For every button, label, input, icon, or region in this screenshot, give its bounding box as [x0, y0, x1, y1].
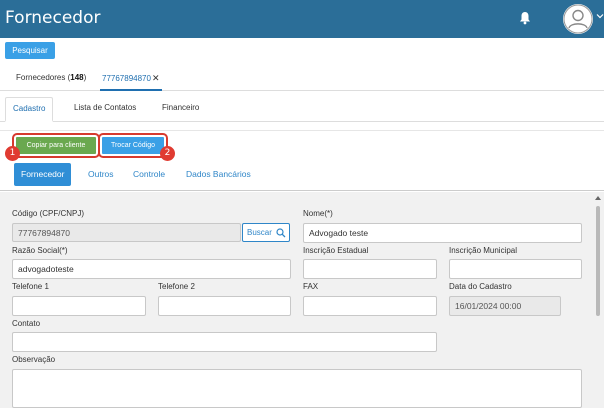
search-button[interactable]: Pesquisar — [5, 42, 55, 59]
section-tabs: Cadastro Lista de Contatos Financeiro — [0, 97, 604, 122]
tab-outros[interactable]: Outros — [88, 163, 114, 186]
top-bar: Fornecedor — [0, 0, 604, 38]
tab-current-record[interactable]: 77767894870✕ — [100, 67, 162, 91]
bell-icon[interactable] — [519, 11, 531, 25]
step-badge-1: 1 — [5, 146, 20, 161]
inscricao-municipal-label: Inscrição Municipal — [449, 246, 518, 255]
copy-to-client-button[interactable]: Copiar para cliente — [12, 133, 100, 158]
buscar-label: Buscar — [247, 228, 272, 237]
tab-controle[interactable]: Controle — [133, 163, 165, 186]
change-code-button[interactable]: Trocar Código — [98, 133, 168, 158]
telefone1-label: Telefone 1 — [12, 282, 49, 291]
contato-field[interactable] — [12, 332, 437, 352]
tab-list-count: 148 — [70, 73, 84, 82]
inscricao-estadual-label: Inscrição Estadual — [303, 246, 369, 255]
nome-field[interactable]: Advogado teste — [303, 223, 582, 243]
tab-financeiro[interactable]: Financeiro — [155, 97, 206, 121]
record-tabs: Fornecedores (148) 77767894870✕ — [0, 67, 604, 91]
close-icon[interactable]: ✕ — [152, 73, 160, 83]
observacao-label: Observação — [12, 355, 56, 364]
telefone2-label: Telefone 2 — [158, 282, 195, 291]
inscricao-municipal-field[interactable] — [449, 259, 582, 279]
sub-tabs: Fornecedor Outros Controle Dados Bancári… — [0, 161, 604, 191]
tab-fornecedores-list[interactable]: Fornecedores (148) — [16, 67, 86, 91]
telefone2-field[interactable] — [158, 296, 291, 316]
tab-lista-contatos[interactable]: Lista de Contatos — [67, 97, 143, 121]
observacao-textarea[interactable] — [12, 369, 582, 408]
tab-list-label: Fornecedores ( — [16, 73, 71, 82]
divider — [0, 130, 604, 131]
data-cadastro-label: Data do Cadastro — [449, 282, 512, 291]
tab-fornecedor[interactable]: Fornecedor — [14, 163, 72, 186]
codigo-label: Código (CPF/CNPJ) — [12, 209, 85, 218]
tab-cadastro[interactable]: Cadastro — [5, 97, 54, 122]
scroll-up-icon[interactable] — [594, 194, 602, 202]
telefone1-field[interactable] — [12, 296, 146, 316]
razao-social-label: Razão Social(*) — [12, 246, 68, 255]
step-badge-2: 2 — [160, 146, 175, 161]
search-icon — [276, 228, 286, 238]
codigo-field[interactable]: 77767894870 — [12, 223, 241, 242]
tab-dados-bancarios[interactable]: Dados Bancários — [186, 163, 251, 186]
data-cadastro-field: 16/01/2024 00:00 — [449, 296, 561, 316]
fax-label: FAX — [303, 282, 319, 291]
chevron-down-icon[interactable] — [596, 12, 604, 20]
tab-list-close-paren: ) — [83, 73, 87, 82]
fax-field[interactable] — [303, 296, 437, 316]
buscar-button[interactable]: Buscar — [242, 223, 290, 242]
avatar[interactable] — [563, 4, 593, 34]
inscricao-estadual-field[interactable] — [303, 259, 437, 279]
tab-current-label: 77767894870 — [102, 74, 151, 83]
razao-social-field[interactable]: advogadoteste — [12, 259, 291, 279]
scrollbar-thumb[interactable] — [596, 206, 600, 316]
contato-label: Contato — [12, 319, 41, 328]
page-title: Fornecedor — [5, 8, 101, 28]
user-icon — [563, 4, 593, 34]
nome-label: Nome(*) — [303, 209, 333, 218]
